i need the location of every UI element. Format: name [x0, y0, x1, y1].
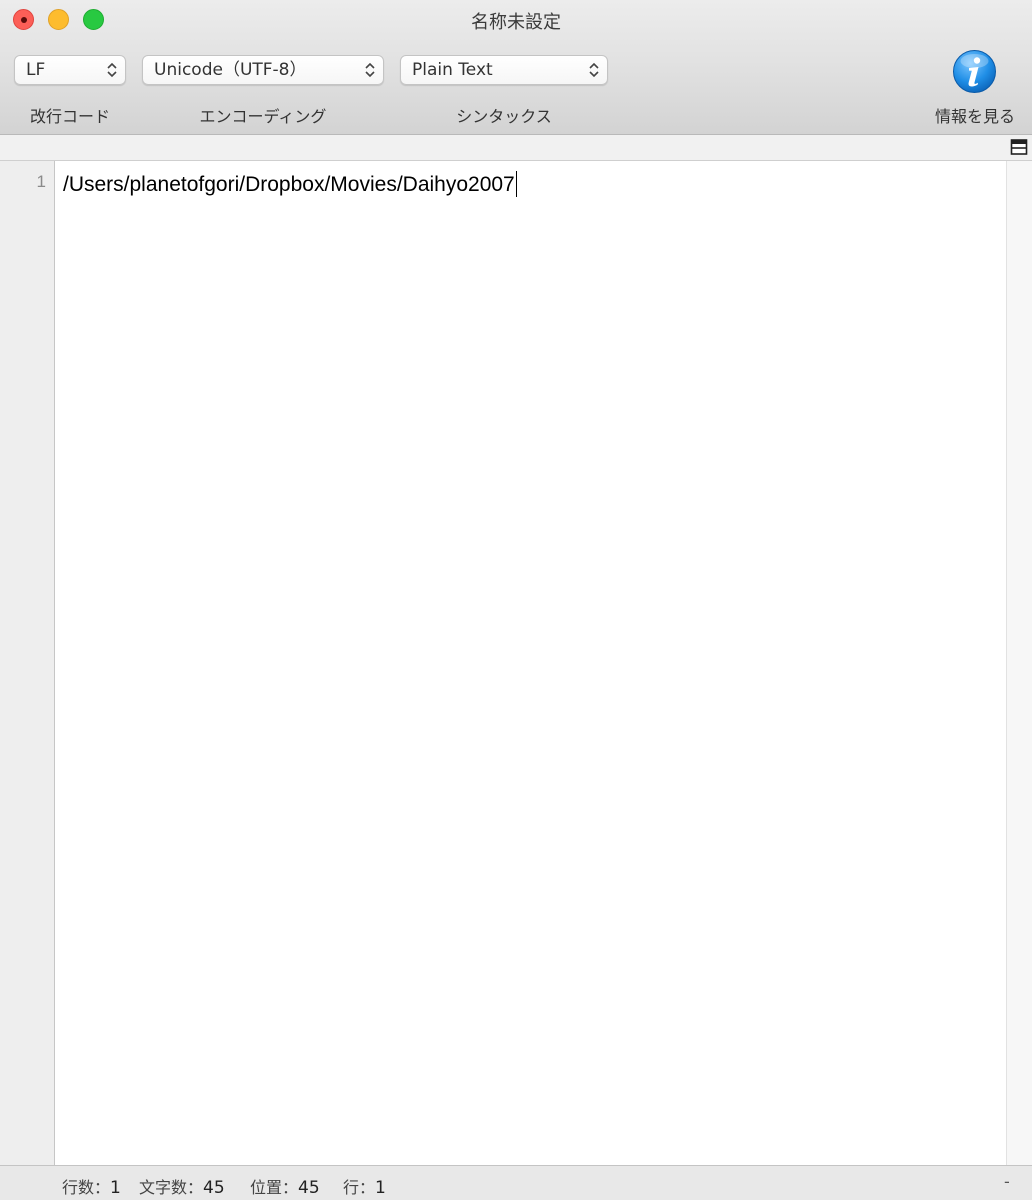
- status-line-count: 行数：1: [62, 1174, 121, 1198]
- info-icon[interactable]: [952, 49, 997, 94]
- status-position-value: 45: [298, 1178, 320, 1198]
- line-ending-label: 改行コード: [29, 107, 110, 126]
- encoding-popup[interactable]: Unicode（UTF-8）: [142, 55, 384, 85]
- info-label[interactable]: 情報を見る: [920, 103, 1030, 127]
- up-down-chevron-icon: [589, 62, 599, 78]
- line-number: 1: [36, 172, 46, 191]
- status-bar: 行数：1 文字数：45 位置：45 行：1 -: [0, 1165, 1032, 1200]
- status-position: 位置：45: [250, 1174, 320, 1198]
- syntax-label: シンタックス: [456, 107, 552, 126]
- up-down-chevron-icon: [365, 62, 375, 78]
- text-caret: [515, 171, 517, 197]
- text-editor-area[interactable]: /Users/planetofgori/Dropbox/Movies/Daihy…: [55, 161, 1006, 1165]
- status-right-mark: -: [1004, 1172, 1010, 1191]
- status-line-count-label: 行数：: [62, 1178, 111, 1197]
- syntax-value: Plain Text: [412, 60, 493, 80]
- status-row-value: 1: [375, 1178, 386, 1198]
- window-toolbar: 名称未設定 LF Unicode（UTF-8） Plain Text 改行コード…: [0, 0, 1032, 135]
- status-row-label: 行：: [343, 1178, 376, 1197]
- window-title: 名称未設定: [471, 12, 561, 33]
- line-ending-value: LF: [26, 60, 46, 80]
- encoding-value: Unicode（UTF-8）: [154, 60, 307, 80]
- split-view-icon[interactable]: [1010, 138, 1028, 156]
- encoding-label: エンコーディング: [199, 107, 327, 126]
- line-number-gutter: 1: [0, 161, 55, 1165]
- editor-header-bar: [0, 135, 1032, 161]
- status-position-label: 位置：: [250, 1178, 299, 1197]
- status-char-count-label: 文字数：: [139, 1178, 204, 1197]
- editor-line-text: /Users/planetofgori/Dropbox/Movies/Daihy…: [63, 173, 515, 196]
- status-line-count-value: 1: [110, 1178, 121, 1198]
- editor-window: 名称未設定 LF Unicode（UTF-8） Plain Text 改行コード…: [0, 0, 1032, 1200]
- status-row: 行：1: [343, 1174, 386, 1198]
- syntax-popup[interactable]: Plain Text: [400, 55, 608, 85]
- up-down-chevron-icon: [107, 62, 117, 78]
- editor-line[interactable]: /Users/planetofgori/Dropbox/Movies/Daihy…: [63, 171, 517, 197]
- status-char-count: 文字数：45: [139, 1174, 225, 1198]
- status-char-count-value: 45: [203, 1178, 225, 1198]
- vertical-scrollbar[interactable]: [1006, 161, 1032, 1165]
- line-ending-popup[interactable]: LF: [14, 55, 126, 85]
